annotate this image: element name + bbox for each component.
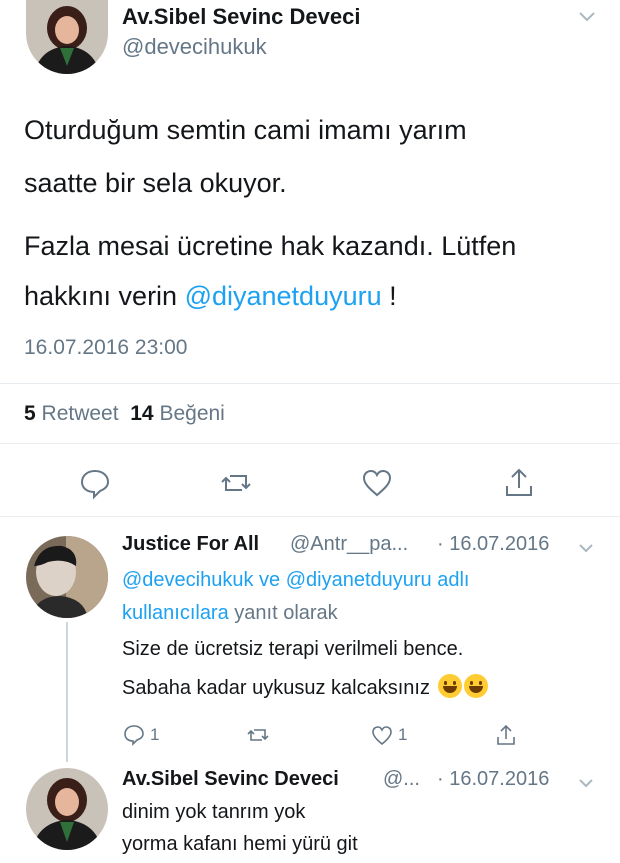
reply-date[interactable]: · 16.07.2016	[437, 533, 549, 556]
reply-context-and: ve	[253, 569, 286, 591]
author-avatar[interactable]	[26, 0, 108, 74]
tweet-text-line-3: Fazla mesai ücretine hak kazandı. Lütfen	[24, 231, 517, 261]
tweet-stats: 5 Retweet 14 Beğeni	[24, 402, 225, 426]
reply-icon[interactable]	[78, 466, 112, 500]
retweet-icon[interactable]	[219, 466, 253, 500]
divider	[0, 443, 620, 444]
reply-author-name[interactable]: Justice For All	[122, 533, 259, 556]
reply-icon	[124, 725, 144, 746]
reply-count: 1	[150, 725, 160, 744]
divider	[0, 516, 620, 517]
reply-context-suffix: yanıt olarak	[228, 602, 338, 624]
reply-author-handle[interactable]: @Antr__pa...	[290, 533, 408, 556]
reply-avatar[interactable]	[26, 536, 108, 618]
chevron-down-icon[interactable]	[578, 773, 594, 794]
reply-text-line-1: dinim yok tanrım yok	[122, 801, 306, 823]
chevron-down-icon[interactable]	[577, 8, 597, 29]
like-count[interactable]: 14	[130, 402, 153, 425]
grinning-face-icon	[437, 674, 462, 698]
mention-link[interactable]: @diyanetduyuru	[185, 281, 382, 311]
reply-author-name[interactable]: Av.Sibel Sevinc Deveci	[122, 768, 339, 791]
tweet-text-suffix: !	[381, 281, 397, 311]
mention-link[interactable]: @diyanetduyuru	[286, 569, 432, 591]
tweet-text-line-4: hakkını verin @diyanetduyuru !	[24, 276, 604, 316]
users-link[interactable]: kullanıcılara	[122, 602, 229, 624]
reply-context-line-2: kullanıcılara yanıt olarak	[122, 597, 338, 630]
thread-line	[66, 622, 68, 762]
like-label[interactable]: Beğeni	[159, 402, 224, 425]
retweet-label[interactable]: Retweet	[42, 402, 119, 425]
reply-date[interactable]: · 16.07.2016	[437, 768, 549, 791]
tweet-timestamp[interactable]: 16.07.2016 23:00	[24, 336, 188, 360]
mention-link[interactable]: @devecihukuk	[122, 569, 253, 591]
grinning-face-icon	[463, 674, 488, 698]
tweet-text-line-2: saatte bir sela okuyor.	[24, 168, 287, 198]
retweet-count[interactable]: 5	[24, 402, 36, 425]
like-count: 1	[398, 725, 408, 744]
author-name[interactable]: Av.Sibel Sevinc Deveci	[122, 4, 360, 30]
reply-avatar[interactable]	[26, 768, 108, 850]
heart-icon	[372, 726, 392, 746]
retweet-icon[interactable]	[246, 723, 270, 747]
reply-text-line-2-content: Sabaha kadar uykusuz kalcaksınız	[122, 677, 430, 699]
reply-text-line-2: Sabaha kadar uykusuz kalcaksınız	[122, 672, 488, 705]
reply-context-line-1: @devecihukuk ve @diyanetduyuru adlı	[122, 564, 470, 597]
reply-context-adli: adlı	[431, 569, 470, 591]
tweet-text-line-1: Oturduğum semtin cami imamı yarım	[24, 115, 467, 145]
chevron-down-icon[interactable]	[578, 538, 594, 559]
reply-text-line-2: yorma kafanı hemi yürü git	[122, 833, 358, 855]
like-action[interactable]: 1	[370, 723, 407, 747]
heart-icon[interactable]	[360, 466, 394, 500]
author-handle[interactable]: @devecihukuk	[122, 34, 267, 60]
tweet-text-prefix: hakkını verin	[24, 281, 185, 311]
reply-author-handle[interactable]: @...	[383, 768, 420, 791]
reply-action[interactable]: 1	[122, 723, 159, 747]
share-icon[interactable]	[494, 723, 518, 747]
share-icon[interactable]	[502, 466, 536, 500]
divider	[0, 383, 620, 384]
reply-text-line-1: Size de ücretsiz terapi verilmeli bence.	[122, 638, 464, 660]
